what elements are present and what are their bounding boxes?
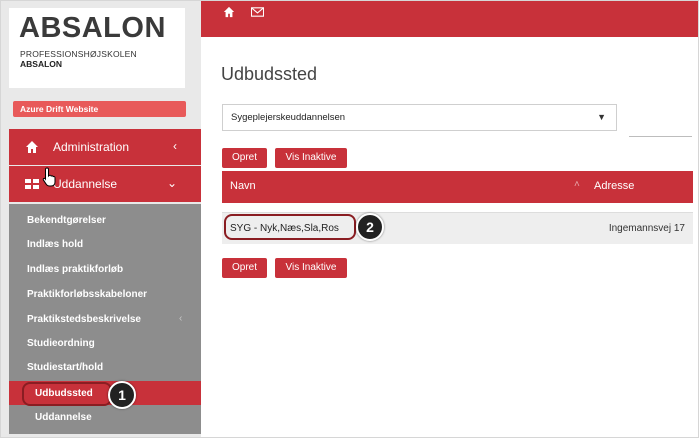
table-header: Navn ˄ Adresse	[222, 171, 693, 203]
top-bar	[201, 1, 698, 37]
education-select[interactable]: Sygeplejerskeuddannelsen ▼	[222, 104, 617, 131]
submenu-item-bekendtgorelser[interactable]: Bekendtgørelser	[27, 215, 106, 226]
sidebar-item-label: Administration	[53, 140, 130, 154]
app-window: ABSALON PROFESSIONSHØJSKOLEN ABSALON Azu…	[0, 0, 699, 438]
create-button[interactable]: Opret	[222, 258, 267, 278]
hand-cursor-icon	[42, 167, 56, 187]
submenu-item-praktikforlobsskabeloner[interactable]: Praktikforløbsskabeloner	[27, 289, 147, 300]
grid-icon	[25, 179, 39, 189]
highlight-outline	[224, 214, 356, 240]
logo-title: ABSALON	[19, 12, 166, 44]
submenu-item-indlaes-praktikforlob[interactable]: Indlæs praktikforløb	[27, 264, 123, 275]
home-icon[interactable]	[223, 6, 235, 18]
home-icon	[26, 141, 38, 153]
step-marker-2: 2	[356, 213, 384, 241]
submenu-item-studieordning[interactable]: Studieordning	[27, 338, 95, 349]
sidebar-item-administration[interactable]: Administration ‹	[9, 129, 201, 165]
logo[interactable]: ABSALON PROFESSIONSHØJSKOLEN ABSALON	[9, 8, 185, 88]
submenu-item-praktikstedsbeskrivelse[interactable]: Praktikstedsbeskrivelse	[27, 314, 141, 325]
mail-icon[interactable]	[251, 7, 264, 17]
caret-down-icon: ▼	[597, 112, 606, 122]
show-inactive-button[interactable]: Vis Inaktive	[275, 258, 347, 278]
submenu-item-uddannelse[interactable]: Uddannelse	[35, 412, 92, 423]
highlight-outline	[22, 382, 112, 406]
chevron-left-icon: ‹	[179, 313, 183, 324]
sort-icon[interactable]: ˄	[574, 179, 580, 190]
environment-badge: Azure Drift Website	[13, 101, 186, 117]
filter-input[interactable]	[629, 136, 692, 137]
submenu-item-indlaes-hold[interactable]: Indlæs hold	[27, 239, 83, 250]
sidebar-item-label: Uddannelse	[53, 177, 118, 191]
sidebar-item-uddannelse[interactable]: Uddannelse ⌄	[9, 166, 201, 202]
select-value: Sygeplejerskeuddannelsen	[231, 112, 346, 123]
cell-address: Ingemannsvej 17	[608, 223, 685, 234]
logo-subtitle: PROFESSIONSHØJSKOLEN	[20, 49, 137, 59]
chevron-left-icon: ‹	[173, 139, 177, 153]
column-header-name[interactable]: Navn	[230, 180, 256, 192]
step-marker-1: 1	[108, 381, 136, 409]
chevron-down-icon: ⌄	[166, 176, 177, 190]
page-title: Udbudssted	[221, 64, 318, 84]
show-inactive-button[interactable]: Vis Inaktive	[275, 148, 347, 168]
create-button[interactable]: Opret	[222, 148, 267, 168]
logo-subtitle-2: ABSALON	[20, 59, 63, 69]
column-header-address[interactable]: Adresse	[594, 180, 634, 192]
submenu-item-studiestart-hold[interactable]: Studiestart/hold	[27, 362, 103, 373]
